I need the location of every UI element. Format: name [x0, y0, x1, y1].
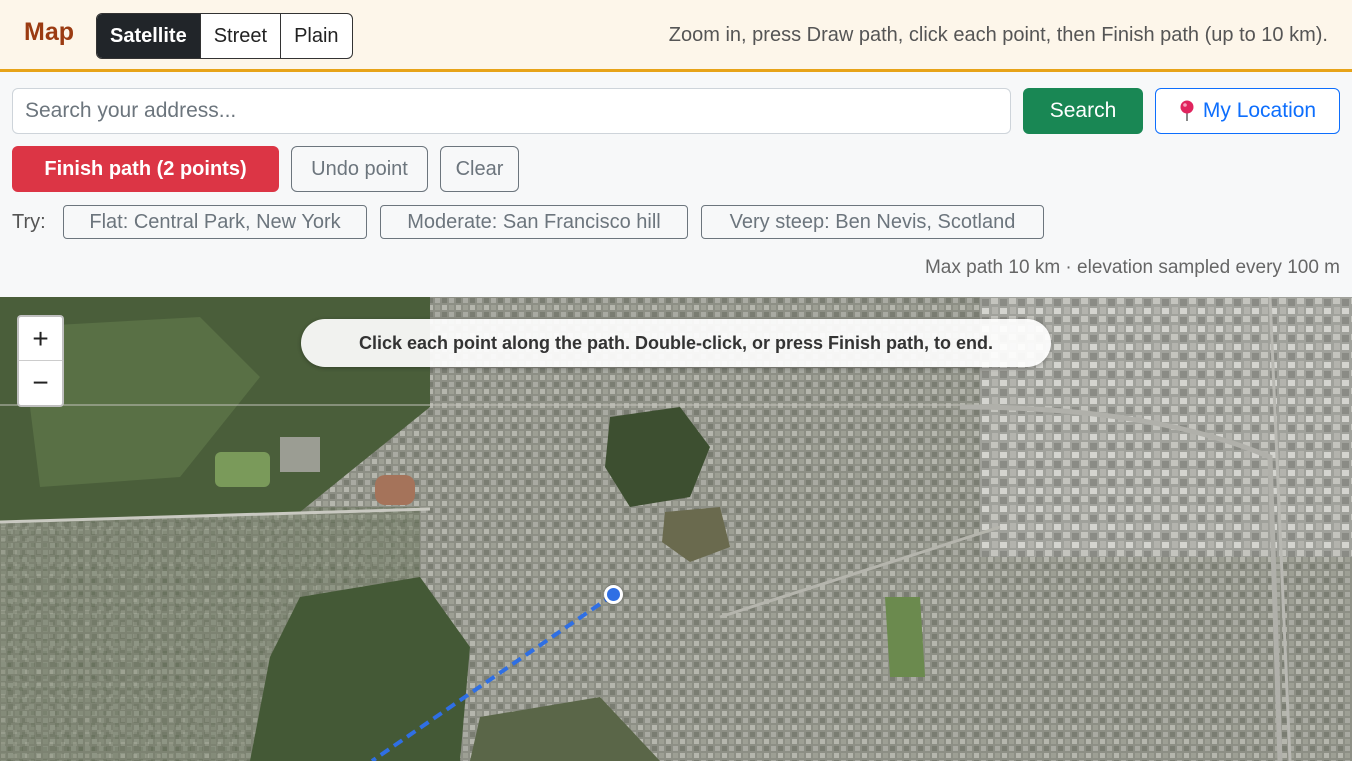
- finish-path-button[interactable]: Finish path (2 points): [12, 146, 279, 192]
- example-steep-button[interactable]: Very steep: Ben Nevis, Scotland: [701, 205, 1044, 239]
- undo-point-button[interactable]: Undo point: [291, 146, 428, 192]
- zoom-out-button[interactable]: −: [19, 361, 62, 405]
- top-bar: Map Satellite Street Plain Zoom in, pres…: [0, 0, 1352, 72]
- instructions-text: Zoom in, press Draw path, click each poi…: [668, 24, 1328, 46]
- path-point-marker[interactable]: [604, 585, 623, 604]
- example-flat-button[interactable]: Flat: Central Park, New York: [63, 205, 367, 239]
- try-label: Try:: [12, 211, 46, 233]
- pin-icon: [1179, 100, 1195, 122]
- map-type-toggle: Satellite Street Plain: [96, 13, 353, 59]
- my-location-label: My Location: [1202, 99, 1317, 122]
- zoom-in-button[interactable]: +: [19, 317, 62, 361]
- app-title: Map: [24, 18, 74, 46]
- search-button[interactable]: Search: [1023, 88, 1143, 134]
- address-search-input[interactable]: [12, 88, 1011, 134]
- plain-button[interactable]: Plain: [281, 14, 351, 58]
- path-limit-note: Max path 10 km · elevation sampled every…: [924, 257, 1340, 278]
- example-moderate-button[interactable]: Moderate: San Francisco hill: [380, 205, 688, 239]
- map-tooltip: Click each point along the path. Double-…: [301, 319, 1051, 367]
- street-button[interactable]: Street: [201, 14, 282, 58]
- my-location-button[interactable]: My Location: [1155, 88, 1340, 134]
- zoom-control: + −: [17, 315, 64, 407]
- satellite-button[interactable]: Satellite: [97, 14, 201, 58]
- clear-button[interactable]: Clear: [440, 146, 519, 192]
